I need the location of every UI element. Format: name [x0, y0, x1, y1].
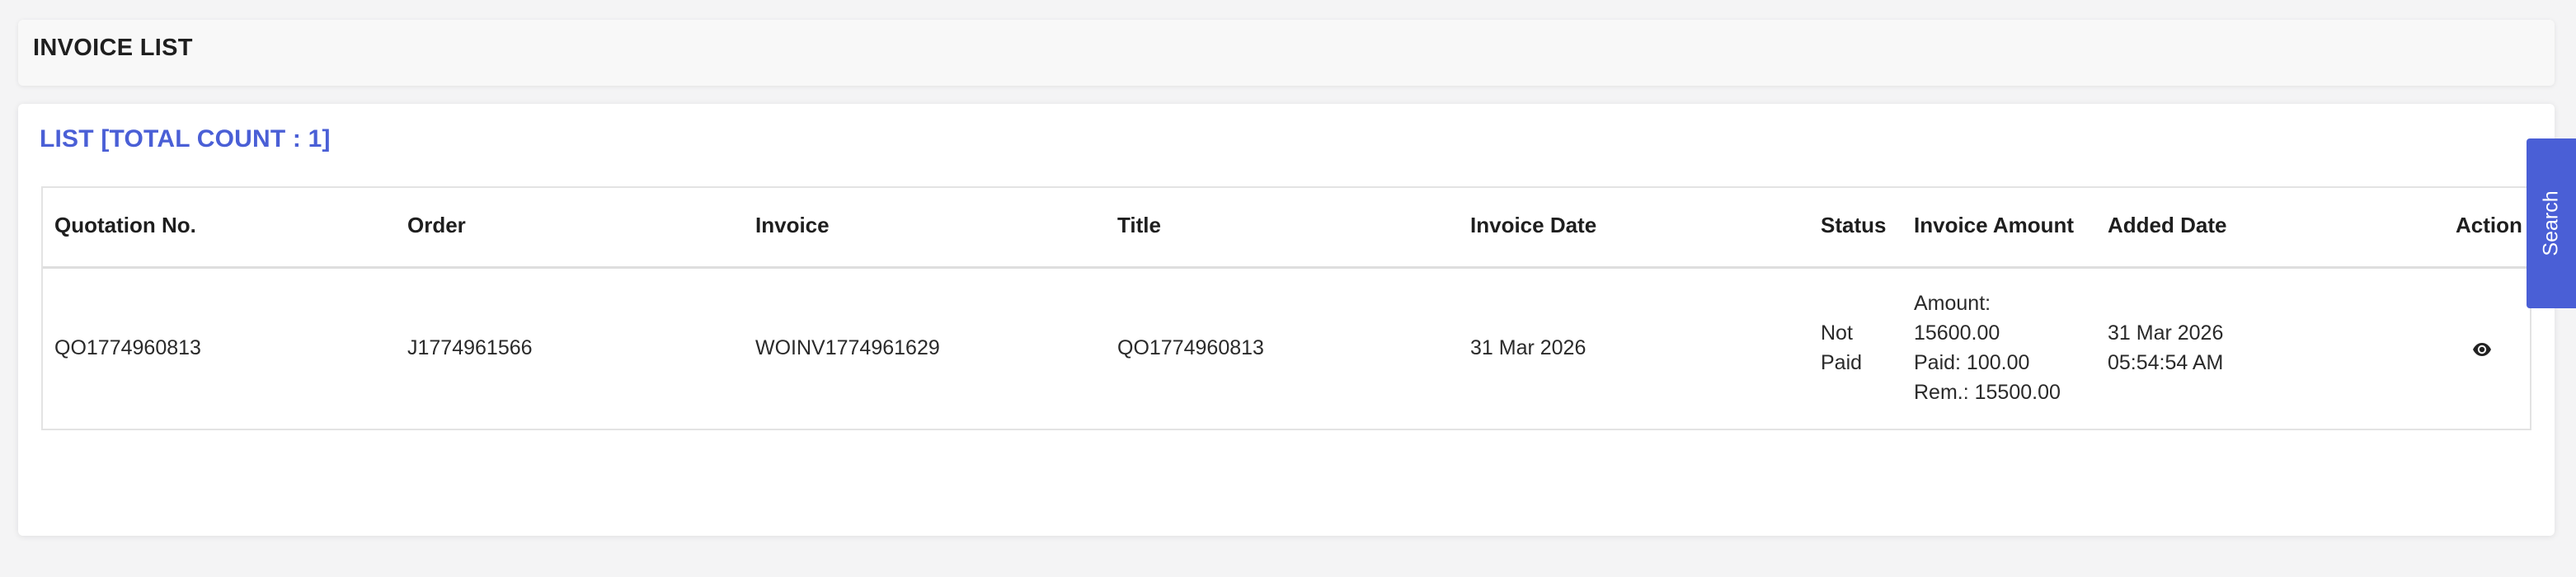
column-header-quotation-no: Quotation No. [54, 213, 196, 237]
page-title: INVOICE LIST [33, 35, 193, 61]
search-tab-label: Search [2539, 190, 2563, 256]
column-header-title: Title [1117, 213, 1161, 237]
table-row: QO1774960813 J1774961566 WOINV1774961629… [43, 269, 2530, 430]
column-header-status: Status [1821, 213, 1887, 237]
eye-icon[interactable] [2472, 340, 2492, 359]
added-date: 31 Mar 2026 [2108, 321, 2224, 345]
cell-order: J1774961566 [407, 336, 533, 359]
view-action-eye-svg [2473, 343, 2491, 356]
list-total-count-title: LIST [TOTAL COUNT : 1] [40, 125, 331, 152]
column-header-order: Order [407, 213, 466, 237]
invoice-list-page: INVOICE LIST LIST [TOTAL COUNT : 1] Quot… [0, 0, 2576, 577]
cell-invoice-date: 31 Mar 2026 [1470, 336, 1586, 359]
cell-invoice: WOINV1774961629 [755, 336, 940, 359]
column-header-invoice-date: Invoice Date [1470, 213, 1597, 237]
added-time: 05:54:54 AM [2108, 351, 2224, 374]
column-header-added-date: Added Date [2108, 213, 2227, 237]
column-header-invoice: Invoice [755, 213, 830, 237]
cell-invoice-amount: Amount: 15600.00 Paid: 100.00 Rem.: 1550… [1914, 288, 2061, 407]
invoice-table: Quotation No. Order Invoice Title Invoic… [41, 186, 2531, 430]
cell-added-date: 31 Mar 2026 05:54:54 AM [2108, 318, 2223, 378]
table-header-row: Quotation No. Order Invoice Title Invoic… [43, 188, 2530, 269]
search-side-tab[interactable]: Search [2527, 138, 2576, 308]
amount-label: Amount: [1914, 292, 1991, 315]
cell-quotation-no: QO1774960813 [54, 336, 201, 359]
amount-total: 15600.00 [1914, 321, 2000, 345]
page-header-card: INVOICE LIST [18, 20, 2555, 86]
status-line-2: Paid [1821, 351, 1863, 374]
cell-status: Not Paid [1821, 318, 1862, 378]
column-header-invoice-amount: Invoice Amount [1914, 213, 2075, 237]
cell-title: QO1774960813 [1117, 336, 1264, 359]
status-line-1: Not [1821, 321, 1853, 345]
amount-paid: Paid: 100.00 [1914, 351, 2030, 374]
invoice-list-card: LIST [TOTAL COUNT : 1] Quotation No. Ord… [18, 104, 2555, 536]
amount-remaining: Rem.: 15500.00 [1914, 381, 2061, 404]
column-header-action: Action [2456, 213, 2522, 237]
